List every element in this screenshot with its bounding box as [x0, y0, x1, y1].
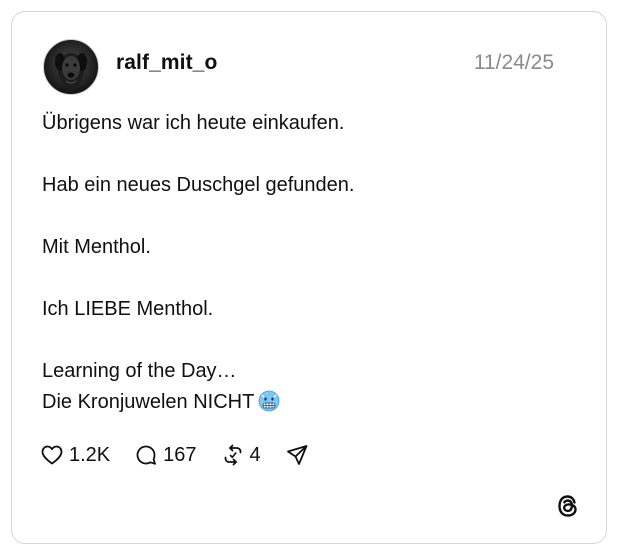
avatar[interactable] — [43, 39, 99, 95]
cold-face-emoji-icon — [258, 390, 280, 412]
reply-count: 167 — [163, 443, 197, 466]
repost-icon — [224, 444, 241, 466]
post-line: Hab ein neues Duschgel gefunden. — [42, 174, 355, 196]
post-paragraph: Learning of the Day… Die Kronjuwelen NICH… — [42, 356, 582, 418]
avatar-image — [55, 53, 87, 87]
repost-button[interactable]: 4 — [221, 443, 261, 467]
send-icon — [286, 445, 308, 465]
post-line: Learning of the Day… — [42, 360, 237, 382]
heart-icon — [41, 445, 63, 465]
post-line: Mit Menthol. — [42, 236, 151, 258]
reply-button[interactable]: 167 — [134, 443, 197, 467]
like-button[interactable]: 1.2K — [40, 443, 110, 467]
threads-logo-icon[interactable] — [555, 493, 581, 519]
post-text: Übrigens war ich heute einkaufen. Hab ei… — [42, 108, 582, 418]
username[interactable]: ralf_mit_o — [116, 51, 217, 75]
post-line: Ich LIEBE Menthol. — [42, 298, 214, 320]
share-button[interactable] — [285, 443, 309, 467]
post-card: ralf_mit_o 11/24/25 Übrigens war ich heu… — [11, 11, 607, 544]
post-line: Übrigens war ich heute einkaufen. — [42, 112, 345, 134]
action-bar: 1.2K 167 4 — [40, 440, 309, 470]
like-count: 1.2K — [69, 443, 111, 466]
speech-bubble-icon — [136, 445, 157, 465]
post-date: 11/24/25 — [473, 51, 554, 74]
repost-count: 4 — [249, 443, 261, 466]
post-line: Die Kronjuwelen NICHT — [42, 391, 255, 413]
